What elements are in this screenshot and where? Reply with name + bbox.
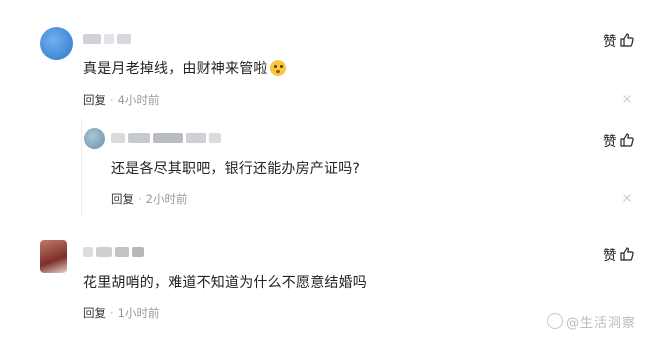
reply-button[interactable]: 回复 [83,93,106,107]
thumbs-up-icon [619,133,634,147]
reply-meta: 回复 · 2小时前 [111,192,188,206]
like-button[interactable]: 赞 [603,244,635,264]
comment-text: 真是月老掉线，由财神来管啦 [83,58,286,78]
thinking-face-emoji [269,60,286,76]
avatar[interactable] [84,128,105,149]
comment-meta: 回复 · 1小时前 [83,306,160,320]
like-label: 赞 [603,34,617,50]
reply-button[interactable]: 回复 [83,306,106,320]
thumbs-up-icon [619,247,634,261]
like-label: 赞 [603,248,617,264]
comment-meta: 回复 · 4小时前 [83,93,160,107]
watermark: @生活洞察 [546,312,636,331]
username-blurred[interactable] [111,132,221,144]
avatar[interactable] [40,240,67,273]
comment-text: 花里胡哨的，难道不知道为什么不愿意结婚吗 [83,275,367,291]
timestamp: 2小时前 [145,192,188,206]
close-icon[interactable] [623,194,631,202]
watermark-logo-icon [546,313,563,329]
like-button[interactable]: 赞 [603,130,635,150]
like-button[interactable]: 赞 [603,30,635,50]
username-blurred[interactable] [83,246,144,258]
close-icon[interactable] [623,95,631,103]
username-blurred[interactable] [83,33,131,45]
timestamp: 4小时前 [117,93,160,107]
thumbs-up-icon [619,33,634,47]
avatar[interactable] [40,27,73,60]
like-label: 赞 [603,134,617,150]
timestamp: 1小时前 [117,306,160,320]
reply-button[interactable]: 回复 [111,192,134,206]
reply-text: 还是各尽其职吧，银行还能办房产证吗? [111,161,361,177]
